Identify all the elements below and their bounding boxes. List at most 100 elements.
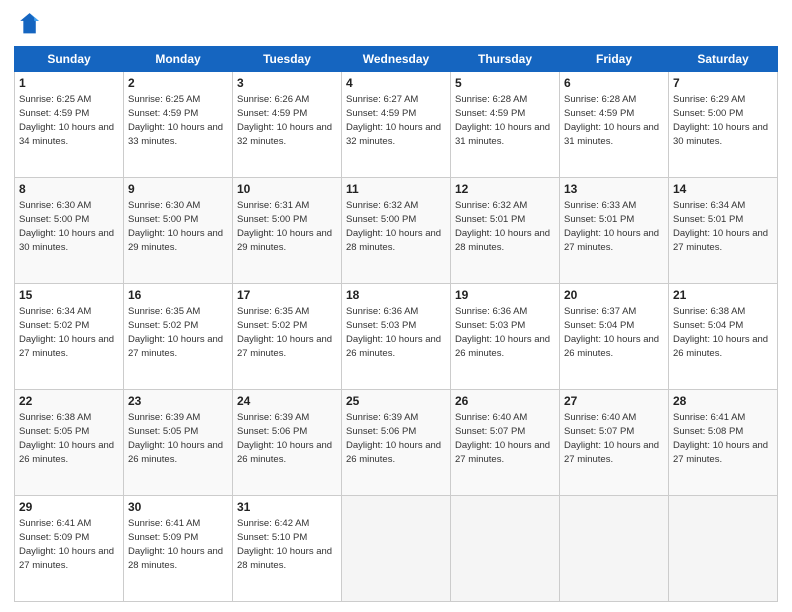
day-number: 23 <box>128 393 228 410</box>
calendar-day-cell: 10 Sunrise: 6:31 AMSunset: 5:00 PMDaylig… <box>233 178 342 284</box>
calendar-day-cell <box>451 496 560 602</box>
calendar-day-cell: 23 Sunrise: 6:39 AMSunset: 5:05 PMDaylig… <box>124 390 233 496</box>
weekday-header: Wednesday <box>342 47 451 72</box>
day-info: Sunrise: 6:27 AMSunset: 4:59 PMDaylight:… <box>346 94 441 147</box>
calendar-day-cell: 31 Sunrise: 6:42 AMSunset: 5:10 PMDaylig… <box>233 496 342 602</box>
calendar-day-cell: 26 Sunrise: 6:40 AMSunset: 5:07 PMDaylig… <box>451 390 560 496</box>
page: SundayMondayTuesdayWednesdayThursdayFrid… <box>0 0 792 612</box>
calendar-week-row: 29 Sunrise: 6:41 AMSunset: 5:09 PMDaylig… <box>15 496 778 602</box>
day-number: 4 <box>346 75 446 92</box>
day-number: 31 <box>237 499 337 516</box>
day-info: Sunrise: 6:28 AMSunset: 4:59 PMDaylight:… <box>564 94 659 147</box>
calendar-day-cell: 24 Sunrise: 6:39 AMSunset: 5:06 PMDaylig… <box>233 390 342 496</box>
day-number: 29 <box>19 499 119 516</box>
calendar-day-cell: 13 Sunrise: 6:33 AMSunset: 5:01 PMDaylig… <box>560 178 669 284</box>
day-info: Sunrise: 6:36 AMSunset: 5:03 PMDaylight:… <box>346 306 441 359</box>
day-number: 28 <box>673 393 773 410</box>
day-info: Sunrise: 6:31 AMSunset: 5:00 PMDaylight:… <box>237 200 332 253</box>
day-number: 11 <box>346 181 446 198</box>
day-info: Sunrise: 6:41 AMSunset: 5:08 PMDaylight:… <box>673 412 768 465</box>
day-info: Sunrise: 6:41 AMSunset: 5:09 PMDaylight:… <box>19 518 114 571</box>
day-number: 17 <box>237 287 337 304</box>
logo <box>14 10 46 38</box>
weekday-header: Sunday <box>15 47 124 72</box>
weekday-header: Friday <box>560 47 669 72</box>
calendar-day-cell: 9 Sunrise: 6:30 AMSunset: 5:00 PMDayligh… <box>124 178 233 284</box>
calendar-week-row: 8 Sunrise: 6:30 AMSunset: 5:00 PMDayligh… <box>15 178 778 284</box>
day-number: 26 <box>455 393 555 410</box>
calendar-day-cell: 27 Sunrise: 6:40 AMSunset: 5:07 PMDaylig… <box>560 390 669 496</box>
day-number: 15 <box>19 287 119 304</box>
calendar-day-cell: 30 Sunrise: 6:41 AMSunset: 5:09 PMDaylig… <box>124 496 233 602</box>
day-info: Sunrise: 6:29 AMSunset: 5:00 PMDaylight:… <box>673 94 768 147</box>
day-number: 19 <box>455 287 555 304</box>
day-number: 12 <box>455 181 555 198</box>
day-info: Sunrise: 6:37 AMSunset: 5:04 PMDaylight:… <box>564 306 659 359</box>
calendar-week-row: 22 Sunrise: 6:38 AMSunset: 5:05 PMDaylig… <box>15 390 778 496</box>
calendar-day-cell <box>669 496 778 602</box>
day-info: Sunrise: 6:25 AMSunset: 4:59 PMDaylight:… <box>19 94 114 147</box>
calendar-day-cell: 19 Sunrise: 6:36 AMSunset: 5:03 PMDaylig… <box>451 284 560 390</box>
calendar-week-row: 15 Sunrise: 6:34 AMSunset: 5:02 PMDaylig… <box>15 284 778 390</box>
day-number: 5 <box>455 75 555 92</box>
day-info: Sunrise: 6:39 AMSunset: 5:05 PMDaylight:… <box>128 412 223 465</box>
day-number: 16 <box>128 287 228 304</box>
day-info: Sunrise: 6:26 AMSunset: 4:59 PMDaylight:… <box>237 94 332 147</box>
logo-icon <box>14 10 42 38</box>
calendar-day-cell: 6 Sunrise: 6:28 AMSunset: 4:59 PMDayligh… <box>560 72 669 178</box>
calendar-day-cell: 12 Sunrise: 6:32 AMSunset: 5:01 PMDaylig… <box>451 178 560 284</box>
day-info: Sunrise: 6:40 AMSunset: 5:07 PMDaylight:… <box>455 412 550 465</box>
day-number: 13 <box>564 181 664 198</box>
weekday-header: Thursday <box>451 47 560 72</box>
day-info: Sunrise: 6:38 AMSunset: 5:05 PMDaylight:… <box>19 412 114 465</box>
calendar-day-cell: 7 Sunrise: 6:29 AMSunset: 5:00 PMDayligh… <box>669 72 778 178</box>
day-info: Sunrise: 6:30 AMSunset: 5:00 PMDaylight:… <box>128 200 223 253</box>
calendar-day-cell: 1 Sunrise: 6:25 AMSunset: 4:59 PMDayligh… <box>15 72 124 178</box>
day-number: 2 <box>128 75 228 92</box>
day-info: Sunrise: 6:32 AMSunset: 5:01 PMDaylight:… <box>455 200 550 253</box>
weekday-header: Saturday <box>669 47 778 72</box>
day-info: Sunrise: 6:40 AMSunset: 5:07 PMDaylight:… <box>564 412 659 465</box>
calendar-day-cell: 4 Sunrise: 6:27 AMSunset: 4:59 PMDayligh… <box>342 72 451 178</box>
day-number: 14 <box>673 181 773 198</box>
calendar-day-cell: 16 Sunrise: 6:35 AMSunset: 5:02 PMDaylig… <box>124 284 233 390</box>
day-number: 3 <box>237 75 337 92</box>
day-number: 1 <box>19 75 119 92</box>
day-info: Sunrise: 6:41 AMSunset: 5:09 PMDaylight:… <box>128 518 223 571</box>
day-number: 30 <box>128 499 228 516</box>
day-info: Sunrise: 6:34 AMSunset: 5:01 PMDaylight:… <box>673 200 768 253</box>
day-info: Sunrise: 6:38 AMSunset: 5:04 PMDaylight:… <box>673 306 768 359</box>
calendar-day-cell: 18 Sunrise: 6:36 AMSunset: 5:03 PMDaylig… <box>342 284 451 390</box>
day-number: 27 <box>564 393 664 410</box>
day-number: 6 <box>564 75 664 92</box>
day-info: Sunrise: 6:33 AMSunset: 5:01 PMDaylight:… <box>564 200 659 253</box>
day-info: Sunrise: 6:25 AMSunset: 4:59 PMDaylight:… <box>128 94 223 147</box>
calendar-week-row: 1 Sunrise: 6:25 AMSunset: 4:59 PMDayligh… <box>15 72 778 178</box>
day-number: 25 <box>346 393 446 410</box>
day-number: 21 <box>673 287 773 304</box>
calendar-day-cell <box>560 496 669 602</box>
calendar-day-cell: 15 Sunrise: 6:34 AMSunset: 5:02 PMDaylig… <box>15 284 124 390</box>
day-info: Sunrise: 6:39 AMSunset: 5:06 PMDaylight:… <box>346 412 441 465</box>
day-number: 22 <box>19 393 119 410</box>
calendar-day-cell: 3 Sunrise: 6:26 AMSunset: 4:59 PMDayligh… <box>233 72 342 178</box>
calendar-day-cell: 28 Sunrise: 6:41 AMSunset: 5:08 PMDaylig… <box>669 390 778 496</box>
weekday-header: Tuesday <box>233 47 342 72</box>
day-info: Sunrise: 6:36 AMSunset: 5:03 PMDaylight:… <box>455 306 550 359</box>
calendar-table: SundayMondayTuesdayWednesdayThursdayFrid… <box>14 46 778 602</box>
day-number: 24 <box>237 393 337 410</box>
day-info: Sunrise: 6:30 AMSunset: 5:00 PMDaylight:… <box>19 200 114 253</box>
day-info: Sunrise: 6:35 AMSunset: 5:02 PMDaylight:… <box>128 306 223 359</box>
calendar-day-cell: 29 Sunrise: 6:41 AMSunset: 5:09 PMDaylig… <box>15 496 124 602</box>
day-number: 20 <box>564 287 664 304</box>
calendar-day-cell: 25 Sunrise: 6:39 AMSunset: 5:06 PMDaylig… <box>342 390 451 496</box>
day-number: 10 <box>237 181 337 198</box>
day-info: Sunrise: 6:34 AMSunset: 5:02 PMDaylight:… <box>19 306 114 359</box>
day-info: Sunrise: 6:39 AMSunset: 5:06 PMDaylight:… <box>237 412 332 465</box>
calendar-day-cell: 21 Sunrise: 6:38 AMSunset: 5:04 PMDaylig… <box>669 284 778 390</box>
day-info: Sunrise: 6:42 AMSunset: 5:10 PMDaylight:… <box>237 518 332 571</box>
calendar-day-cell: 22 Sunrise: 6:38 AMSunset: 5:05 PMDaylig… <box>15 390 124 496</box>
header <box>14 10 778 38</box>
weekday-header: Monday <box>124 47 233 72</box>
calendar-day-cell: 11 Sunrise: 6:32 AMSunset: 5:00 PMDaylig… <box>342 178 451 284</box>
